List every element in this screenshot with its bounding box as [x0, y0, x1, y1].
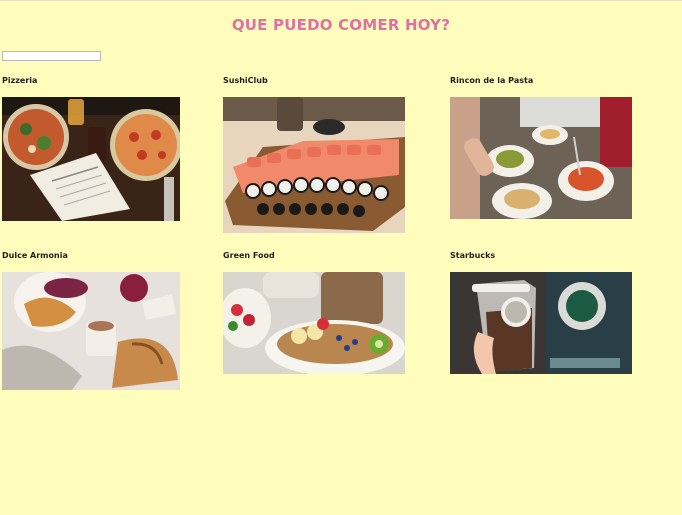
pizza-table-photo[interactable]	[2, 97, 180, 221]
pasta-dishes-photo[interactable]	[450, 97, 632, 219]
restaurant-name: Rincon de la Pasta	[450, 76, 534, 85]
starbucks-iced-drink-photo[interactable]	[450, 272, 632, 374]
top-border	[0, 0, 682, 1]
croissants-coffee-photo[interactable]	[2, 272, 180, 390]
restaurant-name: Dulce Armonia	[2, 251, 68, 260]
sushi-platter-photo[interactable]	[223, 97, 405, 233]
restaurant-name: Green Food	[223, 251, 275, 260]
fruit-granola-bowl-photo[interactable]	[223, 272, 405, 374]
search-input[interactable]	[2, 51, 101, 61]
restaurant-name: Starbucks	[450, 251, 496, 260]
page-title: QUE PUEDO COMER HOY?	[231, 16, 451, 34]
restaurant-name: SushiClub	[223, 76, 268, 85]
restaurant-name: Pizzeria	[2, 76, 38, 85]
